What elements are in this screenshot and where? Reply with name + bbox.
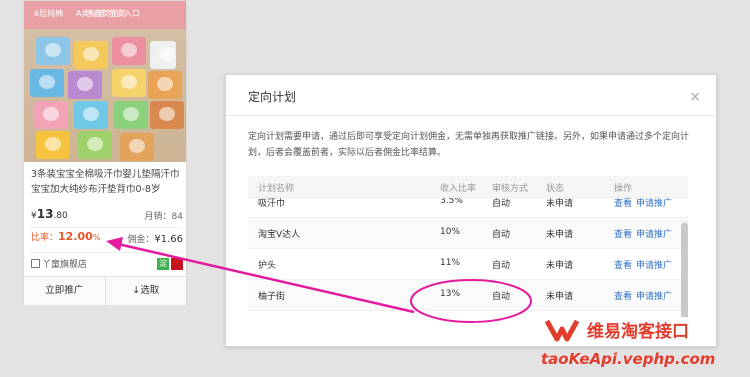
rate-value: 12.00 bbox=[58, 230, 93, 243]
header-action: 操作 bbox=[614, 184, 633, 194]
view-link[interactable]: 查看 bbox=[614, 198, 632, 209]
table-row: 淘宝V达人 10% 自动 未申请 查看 申请推广 bbox=[248, 218, 688, 249]
apply-promotion-link[interactable]: 申请推广 bbox=[636, 198, 672, 209]
header-plan-name: 计划名称 bbox=[258, 184, 295, 194]
apply-promotion-link[interactable]: 申请推广 bbox=[636, 227, 672, 240]
shop-logo-icon bbox=[171, 258, 183, 270]
table-body[interactable]: 吸汗巾 3.5% 自动 未申请 查看 申请推广 淘宝V达人 10% 自动 未申请… bbox=[248, 198, 688, 317]
plan-name: 护头 bbox=[258, 261, 277, 271]
plan-name: 吸汗巾 bbox=[258, 199, 286, 209]
plan-rate: 10% bbox=[440, 227, 461, 237]
tmall-badge-icon: 淀 bbox=[157, 258, 169, 270]
view-link[interactable]: 查看 bbox=[614, 289, 632, 302]
plan-status: 未申请 bbox=[546, 230, 574, 240]
product-image[interactable]: 6层纯棉 不含荧光剂 A类标准 可以入口 bbox=[24, 1, 186, 162]
table-scrollbar[interactable] bbox=[681, 220, 688, 317]
rate-label: 比率： bbox=[31, 233, 59, 243]
select-button[interactable]: ↓选取 bbox=[104, 277, 186, 305]
plan-status: 未申请 bbox=[546, 292, 574, 302]
dialog-title: 定向计划 bbox=[248, 90, 297, 104]
price-decimal: .80 bbox=[53, 211, 68, 221]
plan-status: 未申请 bbox=[546, 261, 574, 271]
table-row: 护头 11% 自动 未申请 查看 申请推广 bbox=[248, 249, 688, 280]
plan-rate: 13% bbox=[440, 289, 461, 299]
plan-review: 自动 bbox=[492, 199, 511, 209]
targeted-plan-dialog: 定向计划 × 定向计划需要申请，通过后即可享受定向计划佣金，无需单独再获取推广链… bbox=[225, 74, 717, 347]
plan-rate: 3.5% bbox=[440, 198, 463, 206]
close-icon[interactable]: × bbox=[689, 90, 701, 104]
commission-value: ¥1.66 bbox=[154, 234, 183, 245]
price-integer: 13 bbox=[36, 207, 54, 221]
watermark-logo-icon bbox=[544, 319, 580, 342]
plan-name: 柚子街 bbox=[258, 292, 286, 302]
commission-label: 佣金： bbox=[127, 235, 155, 245]
monthly-sales: 月销：84 bbox=[144, 212, 183, 222]
plan-rate: 11% bbox=[440, 258, 461, 268]
shop-icon bbox=[31, 259, 40, 268]
apply-promotion-link[interactable]: 申请推广 bbox=[636, 289, 672, 302]
table-header: 计划名称 收入比率 审核方式 状态 操作 bbox=[248, 176, 688, 198]
view-link[interactable]: 查看 bbox=[614, 227, 632, 240]
header-status: 状态 bbox=[546, 184, 565, 194]
view-link[interactable]: 查看 bbox=[614, 258, 632, 271]
header-income-rate: 收入比率 bbox=[440, 184, 477, 194]
plan-table: 计划名称 收入比率 审核方式 状态 操作 吸汗巾 3.5% 自动 未申请 查看 … bbox=[248, 176, 688, 317]
promote-now-button[interactable]: 立即推广 bbox=[24, 277, 105, 305]
commission-amount: 佣金：¥1.66 bbox=[127, 232, 183, 245]
product-title[interactable]: 3条装宝宝全棉吸汗巾婴儿垫隔汗巾宝宝加大纯纱布汗垫背巾0-8岁 bbox=[31, 167, 183, 197]
watermark-url: taoKeApi.vephp.com bbox=[541, 350, 716, 368]
plan-review: 自动 bbox=[492, 261, 511, 271]
divider bbox=[30, 227, 182, 228]
table-row: 柚子街 13% 自动 未申请 查看 申请推广 bbox=[248, 280, 688, 311]
shop-row: 丫童旗舰店 淀 bbox=[31, 257, 183, 271]
plan-name: 淘宝V达人 bbox=[258, 230, 301, 240]
divider bbox=[30, 252, 182, 253]
header-review-method: 审核方式 bbox=[492, 184, 529, 194]
plan-review: 自动 bbox=[492, 292, 511, 302]
dialog-description: 定向计划需要申请，通过后即可享受定向计划佣金，无需单独再获取推广链接。另外，如果… bbox=[248, 132, 690, 158]
dialog-divider bbox=[226, 115, 716, 116]
banner-sub-text: A类标准 可以入口 bbox=[76, 9, 141, 18]
plan-review: 自动 bbox=[492, 230, 511, 240]
price-row: ¥13.80 月销：84 bbox=[31, 207, 183, 223]
product-card: 6层纯棉 不含荧光剂 A类标准 可以入口 3条装宝宝全棉吸汗巾婴儿垫隔汗巾宝宝加… bbox=[23, 0, 187, 305]
card-actions: 立即推广 ↓选取 bbox=[24, 276, 186, 305]
product-image-banner: 6层纯棉 不含荧光剂 A类标准 可以入口 bbox=[24, 1, 186, 29]
scrollbar-thumb[interactable] bbox=[681, 223, 688, 317]
commission-rate-row: 比率：12.00% 佣金：¥1.66 bbox=[31, 230, 183, 246]
banner-left-text: 6层纯棉 bbox=[34, 9, 64, 18]
table-row: 吸汗巾 3.5% 自动 未申请 查看 申请推广 bbox=[248, 198, 688, 218]
plan-status: 未申请 bbox=[546, 199, 574, 209]
apply-promotion-link[interactable]: 申请推广 bbox=[636, 258, 672, 271]
shop-name[interactable]: 丫童旗舰店 bbox=[42, 260, 87, 270]
watermark-title: 维易淘客接口 bbox=[587, 322, 689, 342]
rate-percent: % bbox=[92, 233, 101, 242]
